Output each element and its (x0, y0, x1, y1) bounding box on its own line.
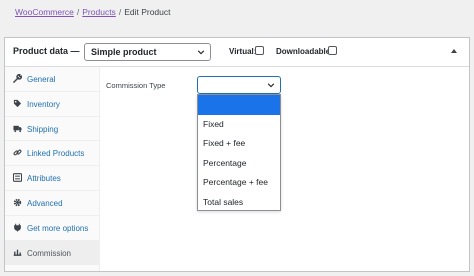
plug-icon (14, 223, 21, 232)
commission-type-dropdown: Fixed Fixed + fee Percentage Percentage … (197, 94, 281, 211)
gear-icon (13, 198, 22, 207)
tag-icon (13, 99, 22, 107)
tab-label: Get more options (27, 223, 89, 233)
commission-icon (13, 249, 22, 256)
tab-linked-products[interactable]: Linked Products (5, 141, 100, 167)
tab-shipping[interactable]: Shipping (5, 117, 100, 142)
product-data-title: Product data — (13, 46, 80, 56)
commission-type-label: Commission Type (106, 81, 166, 90)
breadcrumb-separator: / (118, 7, 122, 17)
chevron-down-icon (267, 83, 275, 88)
option-percentage-fee[interactable]: Percentage + fee (198, 173, 280, 193)
breadcrumb-products-link[interactable]: Products (82, 7, 116, 17)
tab-inventory[interactable]: Inventory (5, 92, 100, 117)
chevron-down-icon (197, 50, 205, 55)
list-icon (13, 173, 22, 183)
collapse-toggle-icon[interactable] (451, 49, 457, 53)
link-icon (13, 149, 22, 156)
product-data-header: Product data — Simple product Virtual: D… (5, 38, 469, 67)
option-fixed[interactable]: Fixed (198, 115, 280, 135)
tab-get-more-options[interactable]: Get more options (5, 216, 100, 241)
tab-label: Linked Products (27, 149, 85, 159)
tab-commission[interactable]: Commission (5, 240, 100, 266)
downloadable-checkbox[interactable] (328, 46, 337, 55)
virtual-checkbox[interactable] (255, 46, 264, 55)
tab-general[interactable]: General (5, 67, 100, 92)
option-fixed-fee[interactable]: Fixed + fee (198, 134, 280, 154)
downloadable-label: Downloadable: (276, 47, 333, 56)
virtual-label: Virtual: (229, 47, 257, 56)
tab-label: Commission (27, 248, 72, 258)
breadcrumb-current: Edit Product (124, 7, 171, 17)
option-percentage[interactable]: Percentage (198, 154, 280, 174)
tab-attributes[interactable]: Attributes (5, 166, 100, 191)
breadcrumb: WooCommerce / Products / Edit Product (15, 7, 171, 17)
tab-label: Shipping (27, 124, 59, 134)
product-type-value: Simple product (91, 47, 157, 57)
wrench-icon (13, 74, 22, 83)
product-data-tabs: General Inventory Shipping Linked Produc… (5, 67, 100, 271)
truck-icon (13, 125, 22, 132)
option-empty[interactable] (198, 95, 280, 115)
tab-label: General (27, 75, 56, 84)
tab-advanced[interactable]: Advanced (5, 191, 100, 216)
option-total-sales[interactable]: Total sales (198, 193, 280, 213)
tab-label: Attributes (27, 174, 61, 184)
product-type-select[interactable]: Simple product (84, 43, 211, 61)
breadcrumb-woocommerce-link[interactable]: WooCommerce (15, 7, 74, 17)
commission-type-select[interactable] (197, 76, 281, 94)
tab-label: Advanced (27, 199, 63, 208)
tab-label: Inventory (27, 99, 60, 109)
breadcrumb-separator: / (76, 7, 80, 17)
